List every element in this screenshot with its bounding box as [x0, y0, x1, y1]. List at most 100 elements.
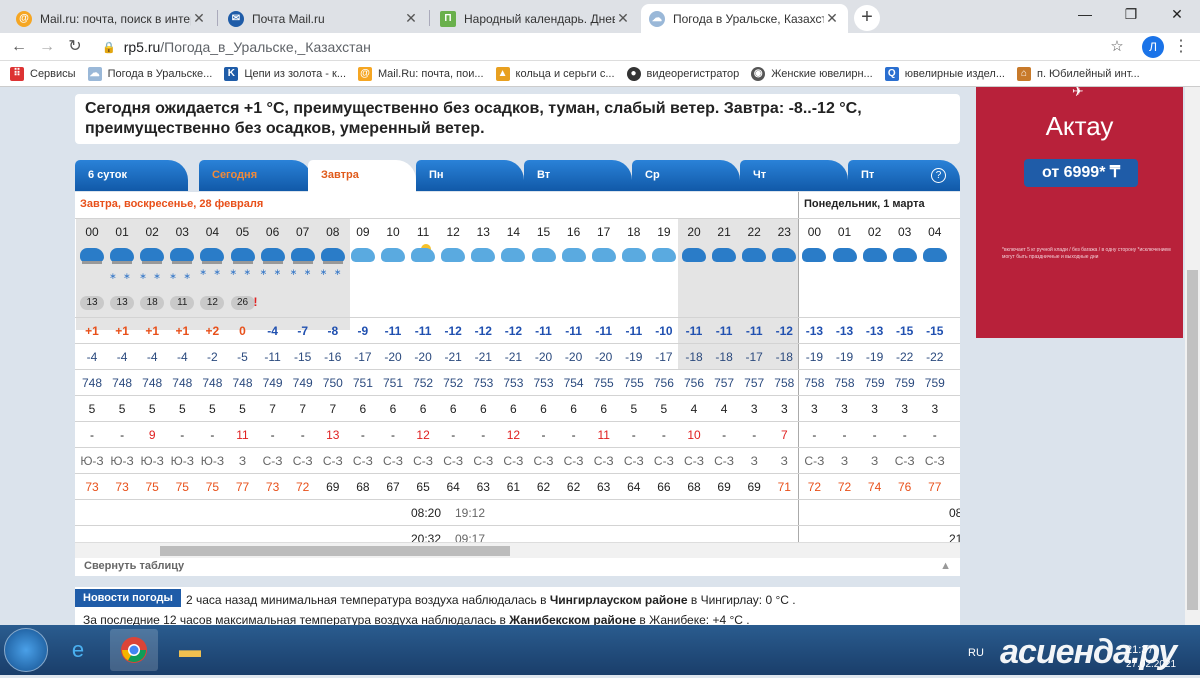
feels-cell: -19: [835, 350, 854, 364]
temp-cell: -4: [267, 324, 278, 338]
scrollbar-thumb[interactable]: [160, 546, 510, 556]
clock-time[interactable]: 21:37: [1126, 644, 1154, 656]
temp-cell: -15: [896, 324, 914, 338]
browser-tab-mail-ru[interactable]: @ Mail.ru: почта, поиск в интернете ✕: [8, 4, 215, 33]
bookmark-mail-ru[interactable]: @ Mail.Ru: почта, пои...: [358, 66, 484, 81]
direction-cell: С-З: [473, 454, 494, 468]
temp-cell: -12: [474, 324, 492, 338]
next-sunrise-partial: 08: [949, 506, 960, 520]
feels-cell: -20: [414, 350, 432, 364]
bookmark-jubilee[interactable]: ⌂ п. Юбилейный инт...: [1016, 66, 1140, 81]
close-icon[interactable]: ✕: [191, 10, 207, 27]
ie-icon[interactable]: e: [54, 629, 102, 671]
hour-cell: 22: [747, 225, 761, 239]
feels-cell: -20: [384, 350, 402, 364]
humidity-cell: 61: [506, 480, 521, 494]
folder-icon[interactable]: ▬: [166, 629, 214, 671]
bookmark-jewelry-women[interactable]: ◉ Женские ювелирн...: [751, 66, 873, 81]
temp-cell: -10: [655, 324, 673, 338]
new-tab-button[interactable]: +: [854, 5, 880, 31]
cloud-icon: [772, 246, 797, 264]
bookmark-chains[interactable]: K Цепи из золота - к...: [224, 66, 346, 81]
temp-cell: -11: [745, 324, 763, 338]
close-icon[interactable]: ✕: [403, 10, 419, 27]
wind-cell: 5: [239, 402, 246, 416]
direction-cell: Ю-З: [140, 454, 164, 468]
bookmark-dashcam[interactable]: ● видеорегистратор: [626, 66, 739, 81]
tab-today[interactable]: Сегодня: [199, 160, 312, 191]
sun-row: 08:20 19:12 08: [75, 499, 960, 525]
browser-tab-mail[interactable]: ✉ Почта Mail.ru ✕: [220, 4, 427, 33]
start-button[interactable]: [4, 628, 48, 672]
profile-avatar[interactable]: Л: [1142, 36, 1164, 58]
pressure-cell: 751: [382, 376, 404, 390]
minimize-button[interactable]: —: [1062, 0, 1108, 30]
language-indicator[interactable]: RU: [968, 647, 984, 659]
humidity-cell: 74: [867, 480, 882, 494]
scrollbar-thumb[interactable]: [1187, 270, 1198, 610]
address-bar[interactable]: 🔒 rp5.ru /Погода_в_Уральске,_Казахстан: [96, 35, 1132, 59]
tab-tomorrow[interactable]: Завтра: [308, 160, 416, 192]
visibility-pill: 11: [170, 296, 195, 310]
hour-cell: 09: [356, 225, 370, 239]
tab-wed[interactable]: Ср: [632, 160, 740, 191]
bookmark-jewelry[interactable]: Qювелирные издел...: [884, 66, 1005, 81]
pressure-cell: 756: [653, 376, 674, 390]
tab-tue[interactable]: Вт: [524, 160, 632, 191]
temp-row: +1 +1 +1 +1 +2 0 -4 -7 -8 -9 -11 -11 -12 -12 -12 -11 -11…: [75, 317, 960, 343]
tab-mon[interactable]: Пн: [416, 160, 524, 191]
browser-tab-calendar[interactable]: П Народный календарь. Дневник ✕: [432, 4, 639, 33]
chrome-icon[interactable]: [110, 629, 158, 671]
bookmark-weather[interactable]: ☁ Погода в Уральске...: [87, 66, 212, 81]
moonrise-time: 20:32: [411, 532, 442, 542]
pressure-cell: 754: [563, 376, 584, 390]
gusts-cell: -: [391, 428, 395, 442]
warning-icon: !: [253, 295, 258, 309]
feels-cell: -15: [294, 350, 312, 364]
vertical-scrollbar[interactable]: [1185, 87, 1200, 625]
direction-cell: Ю-З: [110, 454, 134, 468]
cloud-icon: [531, 246, 556, 264]
temp-cell: 0: [239, 324, 246, 338]
forward-button[interactable]: →: [36, 36, 58, 58]
fog-cloud-icon: [290, 246, 315, 264]
tab-thu[interactable]: Чт: [740, 160, 848, 191]
direction-cell: С-З: [684, 454, 704, 468]
wind-cell: 6: [359, 402, 367, 416]
lock-icon[interactable]: 🔒: [102, 41, 116, 54]
collapse-table-link[interactable]: Свернуть таблицу ▲: [75, 558, 960, 576]
cloud-icon: [350, 246, 375, 264]
temp-cell: -13: [865, 324, 884, 338]
bookmark-star-icon[interactable]: ☆: [1106, 36, 1128, 58]
humidity-cell: 75: [205, 480, 220, 494]
tab-6-days[interactable]: 6 суток: [75, 160, 188, 191]
feels-cell: -21: [504, 350, 523, 364]
close-icon[interactable]: ✕: [824, 10, 840, 27]
cloud-icon: [922, 246, 947, 264]
wind-cell: 5: [118, 402, 126, 416]
bookmark-services[interactable]: ⠿ Сервисы: [10, 66, 76, 81]
restore-button[interactable]: ❐: [1108, 0, 1154, 30]
visibility-pill: 18: [140, 296, 165, 310]
fog-cloud-icon: [80, 246, 104, 264]
reload-button[interactable]: ↻: [64, 36, 86, 58]
jewel-icon: ◉: [751, 66, 766, 81]
browser-tab-weather[interactable]: ☁ Погода в Уральске, Казахстан - ✕: [641, 4, 848, 33]
feels-cell: -4: [176, 350, 188, 364]
menu-icon[interactable]: ⋮: [1170, 36, 1192, 58]
horizontal-scrollbar[interactable]: [75, 542, 960, 558]
bookmark-rings[interactable]: ▲ кольца и серьги с...: [495, 66, 615, 81]
flight-ad-banner[interactable]: ✈ Актау от 6999* ₸ *включает 5 кг ручной…: [976, 87, 1183, 338]
back-button[interactable]: ←: [8, 36, 30, 58]
wind-cell: 7: [299, 402, 307, 416]
feels-cell: -2: [207, 350, 218, 364]
chain-icon: K: [224, 66, 239, 81]
close-icon[interactable]: ✕: [615, 10, 631, 27]
pressure-cell: 755: [593, 376, 614, 390]
window-close-button[interactable]: ✕: [1154, 0, 1200, 30]
gusts-cell: -: [571, 428, 576, 442]
help-icon[interactable]: ?: [931, 168, 946, 183]
clock-date[interactable]: 27.02.2021: [1126, 659, 1176, 670]
hour-cell: 21: [717, 225, 731, 239]
wind-cell: 3: [931, 402, 939, 416]
